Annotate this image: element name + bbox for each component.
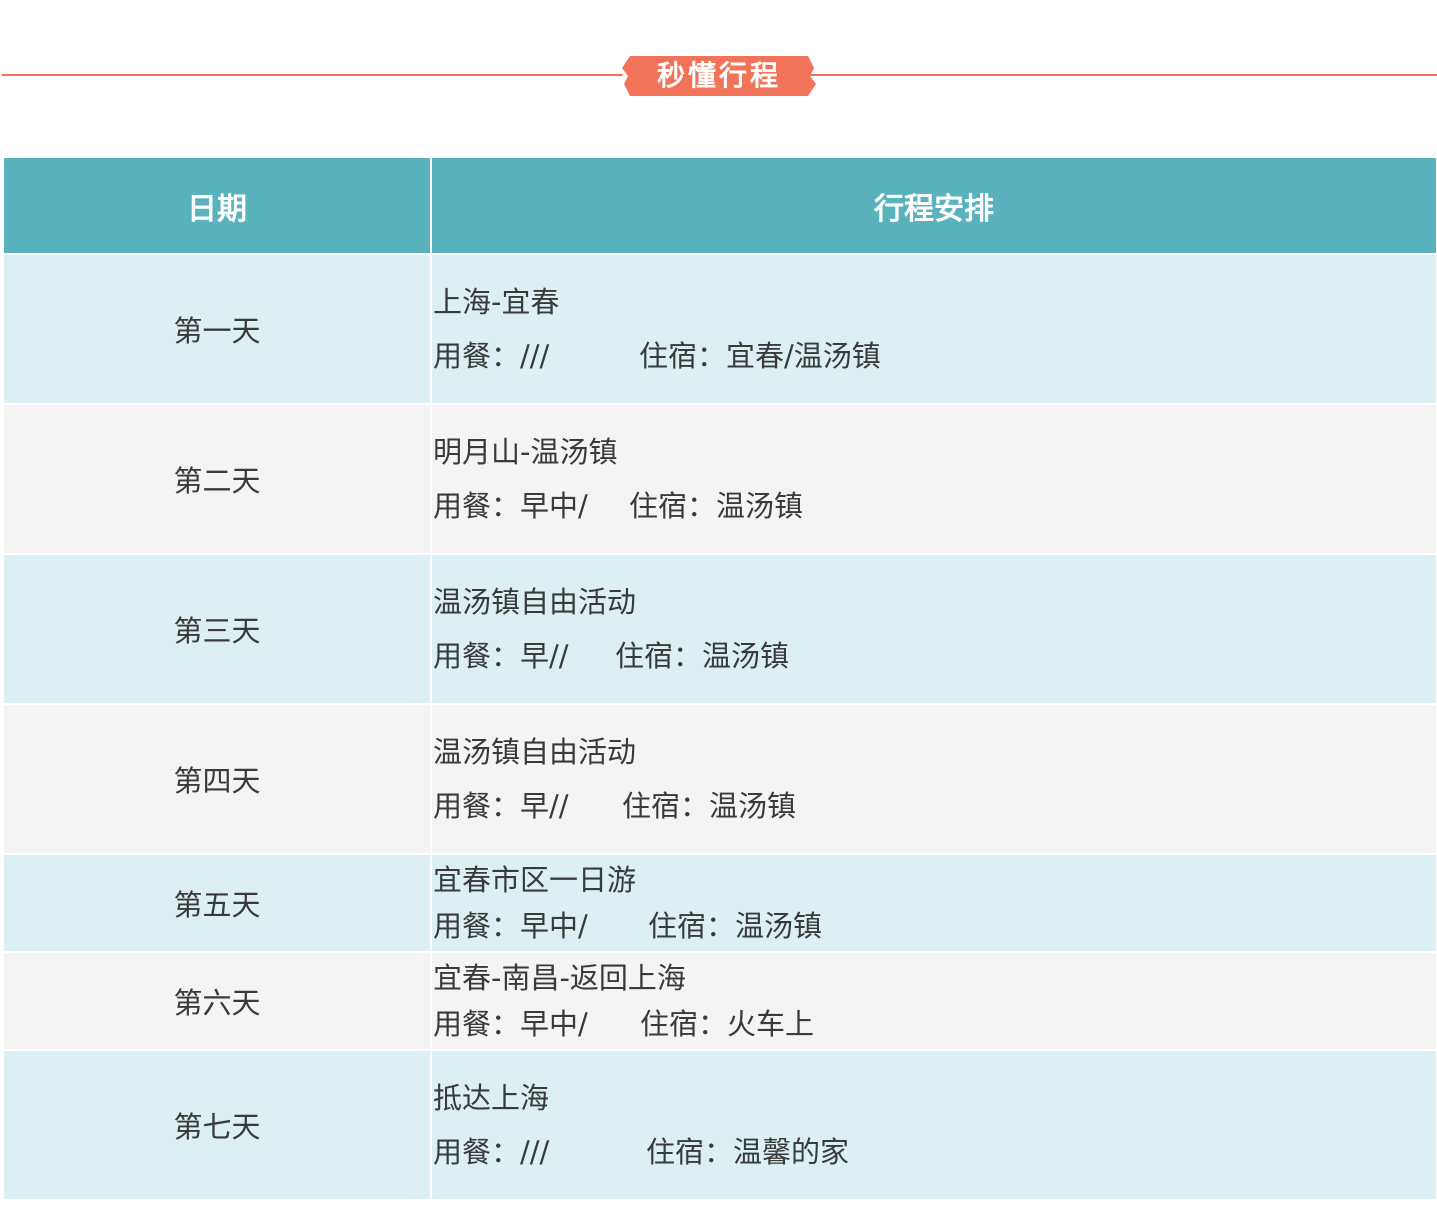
meal-text: 用餐：早中/ [433, 909, 588, 943]
route-text: 上海-宜春 [433, 285, 560, 319]
table-row: 第五天 宜春市区一日游 用餐：早中/ 住宿：温汤镇 [4, 855, 1436, 953]
plan-cell: 上海-宜春 用餐：/// 住宿：宜春/温汤镇 [432, 255, 1436, 403]
route-text: 温汤镇自由活动 [433, 735, 637, 769]
table-row: 第七天 抵达上海 用餐：/// 住宿：温馨的家 [4, 1051, 1436, 1199]
meal-text: 用餐：早中/ [433, 489, 588, 523]
meal-text: 用餐：早// [433, 639, 569, 673]
plan-cell: 温汤镇自由活动 用餐：早// 住宿：温汤镇 [432, 555, 1436, 703]
day-label: 第五天 [4, 855, 432, 951]
table-row: 第六天 宜春-南昌-返回上海 用餐：早中/ 住宿：火车上 [4, 953, 1436, 1051]
meal-stay-line: 用餐：/// 住宿：温馨的家 [433, 1132, 1436, 1172]
table-row: 第三天 温汤镇自由活动 用餐：早// 住宿：温汤镇 [4, 555, 1436, 705]
route-text: 宜春市区一日游 [433, 863, 637, 897]
header-rule-right [806, 74, 1437, 76]
plan-cell: 温汤镇自由活动 用餐：早// 住宿：温汤镇 [432, 705, 1436, 853]
header-rule-left [2, 74, 632, 76]
meal-stay-line: 用餐：早// 住宿：温汤镇 [433, 636, 1436, 676]
plan-cell: 明月山-温汤镇 用餐：早中/ 住宿：温汤镇 [432, 405, 1436, 553]
section-header: 秒懂行程 [0, 50, 1437, 100]
day-label: 第一天 [4, 255, 432, 403]
day-label: 第七天 [4, 1051, 432, 1199]
plan-cell: 宜春市区一日游 用餐：早中/ 住宿：温汤镇 [432, 855, 1436, 951]
stay-text: 住宿：温汤镇 [629, 489, 804, 523]
day-label: 第三天 [4, 555, 432, 703]
meal-text: 用餐：早// [433, 789, 569, 823]
stay-text: 住宿：火车上 [640, 1007, 815, 1041]
day-label: 第二天 [4, 405, 432, 553]
route-text: 抵达上海 [433, 1081, 550, 1115]
itinerary-table: 日期 行程安排 第一天 上海-宜春 用餐：/// 住宿：宜春/温汤镇 第二天 明… [4, 158, 1436, 1199]
meal-stay-line: 用餐：/// 住宿：宜春/温汤镇 [433, 336, 1436, 376]
meal-text: 用餐：/// [433, 1135, 550, 1169]
day-label: 第四天 [4, 705, 432, 853]
meal-stay-line: 用餐：早中/ 住宿：温汤镇 [433, 906, 1436, 946]
stay-text: 住宿：温馨的家 [646, 1135, 850, 1169]
table-row: 第一天 上海-宜春 用餐：/// 住宿：宜春/温汤镇 [4, 255, 1436, 405]
meal-stay-line: 用餐：早// 住宿：温汤镇 [433, 786, 1436, 826]
route-text: 温汤镇自由活动 [433, 585, 637, 619]
table-row: 第四天 温汤镇自由活动 用餐：早// 住宿：温汤镇 [4, 705, 1436, 855]
meal-stay-line: 用餐：早中/ 住宿：火车上 [433, 1004, 1436, 1044]
route-text: 明月山-温汤镇 [433, 435, 618, 469]
plan-cell: 抵达上海 用餐：/// 住宿：温馨的家 [432, 1051, 1436, 1199]
column-header-date: 日期 [4, 158, 432, 253]
meal-text: 用餐：/// [433, 339, 550, 373]
stay-text: 住宿：宜春/温汤镇 [639, 339, 881, 373]
section-title: 秒懂行程 [656, 59, 781, 92]
plan-cell: 宜春-南昌-返回上海 用餐：早中/ 住宿：火车上 [432, 953, 1436, 1049]
route-text: 宜春-南昌-返回上海 [433, 961, 686, 995]
stay-text: 住宿：温汤镇 [622, 789, 797, 823]
stay-text: 住宿：温汤镇 [615, 639, 790, 673]
meal-text: 用餐：早中/ [433, 1007, 588, 1041]
section-title-badge: 秒懂行程 [622, 54, 816, 98]
column-header-plan: 行程安排 [874, 191, 994, 227]
day-label: 第六天 [4, 953, 432, 1049]
meal-stay-line: 用餐：早中/ 住宿：温汤镇 [433, 486, 1436, 526]
stay-text: 住宿：温汤镇 [648, 909, 823, 943]
table-row: 第二天 明月山-温汤镇 用餐：早中/ 住宿：温汤镇 [4, 405, 1436, 555]
table-header-row: 日期 行程安排 [4, 158, 1436, 255]
